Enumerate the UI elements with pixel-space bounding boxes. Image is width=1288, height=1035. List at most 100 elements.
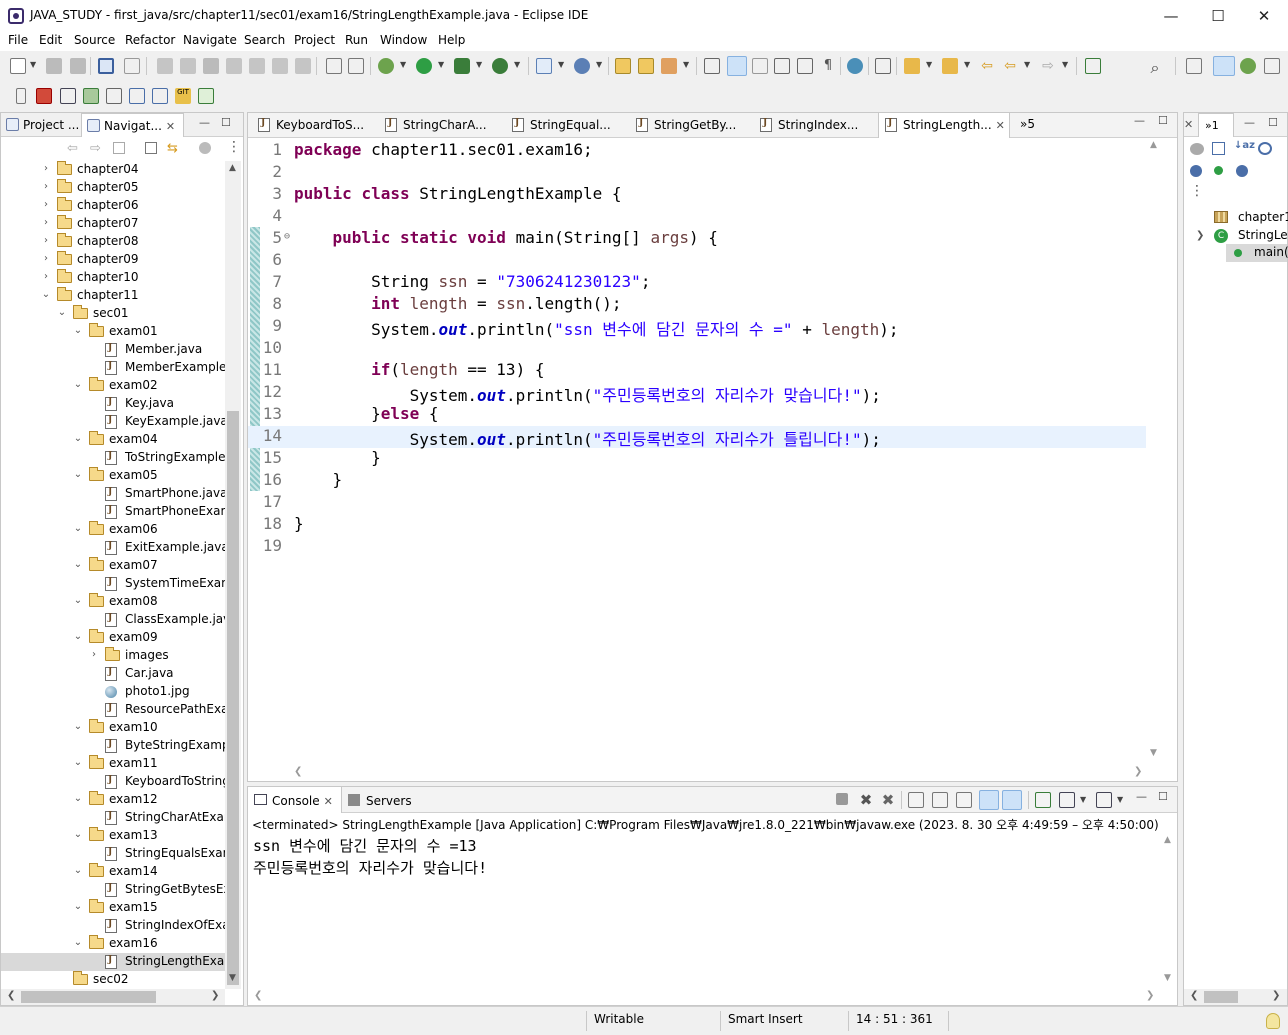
table-icon[interactable] [60, 88, 76, 104]
minimize-button[interactable]: — [1148, 0, 1194, 31]
tree-folder[interactable]: ⌄ exam06 [1, 521, 225, 539]
chevron-down-icon[interactable]: ⌄ [73, 901, 83, 912]
view-menu-icon[interactable]: ⋮ [227, 139, 241, 155]
tree-file[interactable]: StringGetBytesExample.java [1, 881, 225, 899]
back-icon[interactable]: ⇦ [1002, 58, 1018, 74]
chevron-down-icon[interactable]: ⌄ [73, 793, 83, 804]
view-menu-icon[interactable]: ⋮ [1190, 183, 1204, 199]
tree-file[interactable]: SmartPhone.java [1, 485, 225, 503]
open-type-icon[interactable] [615, 58, 631, 74]
use-step-filters-icon[interactable] [326, 58, 342, 74]
status-insert-mode[interactable]: Smart Insert [728, 1012, 803, 1026]
code-line[interactable]: 7 String ssn = "7306241230123"; [248, 272, 1146, 294]
new-class-dropdown-icon[interactable]: ▼ [596, 60, 602, 69]
code-line[interactable]: 1 package chapter11.sec01.exam16; [248, 140, 1146, 162]
close-button[interactable]: ✕ [1241, 0, 1287, 31]
tree-folder[interactable]: › chapter07 [1, 215, 225, 233]
more-tabs-button[interactable]: »5 [1020, 117, 1035, 131]
java-perspective-icon[interactable] [1213, 56, 1235, 76]
code-line[interactable]: 15 } [248, 448, 1146, 470]
maximize-console-icon[interactable]: ☐ [1158, 790, 1168, 803]
menu-help[interactable]: Help [438, 33, 465, 47]
next-annotation-dropdown-icon[interactable]: ▼ [926, 60, 932, 69]
tree-folder[interactable]: › chapter06 [1, 197, 225, 215]
collapse-all-icon[interactable] [1190, 143, 1204, 155]
tree-folder[interactable]: ⌄ exam01 [1, 323, 225, 341]
git-repo-icon[interactable] [36, 88, 52, 104]
tree-folder[interactable]: › chapter05 [1, 179, 225, 197]
tree-folder[interactable]: ⌄ exam16 [1, 935, 225, 953]
run-dropdown-icon[interactable]: ▼ [438, 60, 444, 69]
tree-folder[interactable]: ⌄ exam07 [1, 557, 225, 575]
maximize-editor-icon[interactable]: ☐ [1158, 114, 1168, 127]
chevron-down-icon[interactable]: ⌄ [73, 523, 83, 534]
minimize-outline-icon[interactable]: — [1244, 116, 1255, 129]
tree-folder[interactable]: ⌄ chapter11 [1, 287, 225, 305]
chevron-down-icon[interactable]: ⌄ [73, 829, 83, 840]
tree-folder[interactable]: › chapter04 [1, 161, 225, 179]
chevron-down-icon[interactable]: ⌄ [57, 307, 67, 318]
maximize-button[interactable]: ☐ [1195, 0, 1241, 31]
staging-icon[interactable] [129, 88, 145, 104]
open-console-dropdown-icon[interactable]: ▼ [1117, 795, 1123, 804]
tree-folder[interactable]: ⌄ exam12 [1, 791, 225, 809]
console-horizontal-scrollbar[interactable]: ❮ ❯ [248, 989, 1161, 1005]
tree-file[interactable]: StringIndexOfExample.java [1, 917, 225, 935]
chevron-right-icon[interactable]: › [41, 181, 51, 192]
toggle-word-wrap-icon[interactable] [774, 58, 790, 74]
tree-file[interactable]: ExitExample.java [1, 539, 225, 557]
code-line[interactable]: 13 }else { [248, 404, 1146, 426]
tree-folder[interactable]: ⌄ exam09 [1, 629, 225, 647]
menu-project[interactable]: Project [294, 33, 335, 47]
tab-console[interactable]: Console ✕ [248, 787, 342, 813]
editor-tab[interactable]: StringIndex... [754, 113, 874, 138]
chevron-down-icon[interactable]: ⌄ [73, 937, 83, 948]
save-all-icon[interactable] [70, 58, 86, 74]
expand-icon[interactable] [1212, 142, 1225, 155]
code-area[interactable]: 1 package chapter11.sec01.exam16; 2 3 public… [248, 138, 1158, 766]
tree-file[interactable]: ByteStringExample.java [1, 737, 225, 755]
chevron-down-icon[interactable]: ⌄ [73, 433, 83, 444]
new-class-icon[interactable] [574, 58, 590, 74]
chevron-down-icon[interactable]: ⌄ [73, 379, 83, 390]
tree-folder[interactable]: ⌄ exam04 [1, 431, 225, 449]
run-icon[interactable] [416, 58, 432, 74]
fold-collapse-icon[interactable]: ⊖ [284, 231, 290, 242]
chevron-right-icon[interactable]: › [89, 649, 99, 660]
chevron-down-icon[interactable]: ⌄ [73, 559, 83, 570]
previous-annotation-icon[interactable] [942, 58, 958, 74]
close-icon[interactable]: ✕ [166, 120, 175, 133]
terminate-icon[interactable] [836, 793, 848, 805]
outline-class[interactable]: StringLen [1238, 228, 1288, 242]
minimize-console-icon[interactable]: — [1136, 790, 1147, 803]
new-dropdown-icon[interactable]: ▼ [30, 60, 36, 69]
code-line[interactable]: 14 System.out.println("주민등록번호의 자리수가 틀립니다… [248, 426, 1146, 449]
last-edit-icon[interactable]: ⇦ [979, 58, 995, 74]
chevron-down-icon[interactable]: ⌄ [73, 631, 83, 642]
code-line[interactable]: 11 if(length == 13) { [248, 360, 1146, 382]
step-into-icon[interactable] [249, 58, 265, 74]
hide-static-icon[interactable] [1190, 165, 1202, 177]
perspective-switch-icon[interactable] [16, 88, 26, 104]
chevron-down-icon[interactable]: ⌄ [73, 595, 83, 606]
editor-tab[interactable]: StringEqual... [506, 113, 626, 138]
minimize-view-icon[interactable]: — [199, 116, 210, 129]
debug-perspective-icon[interactable] [1240, 58, 1256, 74]
tree-file[interactable]: KeyboardToStringExample.java [1, 773, 225, 791]
disconnect-icon[interactable] [226, 58, 242, 74]
remove-all-terminated-icon[interactable]: ✖ [880, 791, 896, 809]
external-tools-icon[interactable] [492, 58, 508, 74]
tree-file[interactable]: StringLengthExample.java [1, 953, 225, 971]
tree-folder[interactable]: sec02 [1, 971, 225, 989]
code-line[interactable]: 17 [248, 492, 1146, 514]
tree-folder[interactable]: ⌄ exam10 [1, 719, 225, 737]
step-return-icon[interactable] [295, 58, 311, 74]
menu-search[interactable]: Search [244, 33, 285, 47]
forward-icon[interactable]: ⇨ [1040, 58, 1056, 74]
external-tools-dropdown-icon[interactable]: ▼ [514, 60, 520, 69]
chevron-right-icon[interactable]: › [41, 253, 51, 264]
close-icon[interactable]: ✕ [1184, 118, 1193, 131]
terminate-icon[interactable] [203, 58, 219, 74]
tab-servers[interactable]: Servers [342, 787, 412, 813]
step-over-icon[interactable] [272, 58, 288, 74]
